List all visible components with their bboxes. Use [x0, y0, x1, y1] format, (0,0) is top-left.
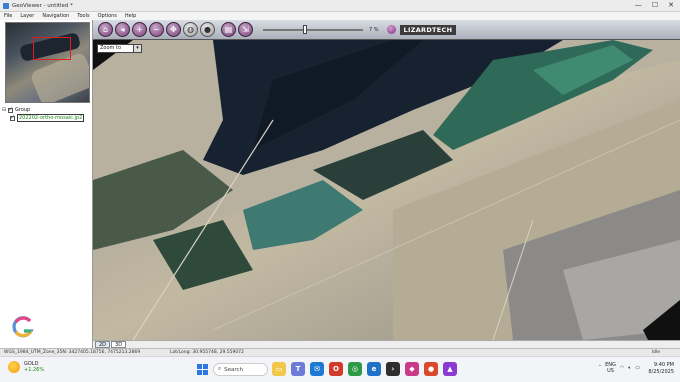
app-icon: [3, 2, 9, 9]
mail-icon[interactable]: ✉: [310, 362, 324, 376]
clock-date: 8/25/2025: [648, 369, 674, 375]
app-icon-3[interactable]: ●: [424, 362, 438, 376]
app-logo-icon: [12, 316, 34, 338]
system-tray: ˄ ENG US ◠ 🔈︎ ▭: [599, 362, 640, 374]
keyboard-layout: US: [607, 368, 614, 374]
minimize-button[interactable]: —: [635, 1, 642, 9]
wifi-icon[interactable]: ◠: [620, 365, 624, 371]
zoom-out-icon[interactable]: −: [149, 22, 164, 37]
zoom-in-icon[interactable]: +: [132, 22, 147, 37]
layer-group-row[interactable]: ⊟ Group: [2, 106, 91, 114]
menu-help[interactable]: Help: [125, 13, 136, 19]
weather-change: +1.26%: [24, 367, 45, 373]
zoom-slider-thumb[interactable]: [303, 24, 308, 34]
tab-2d[interactable]: 2D: [95, 341, 111, 348]
layer-group-label: Group: [15, 107, 31, 113]
terminal-icon[interactable]: ›: [386, 362, 400, 376]
home-icon[interactable]: ⌂: [98, 22, 113, 37]
tab-3d[interactable]: 3D: [111, 341, 127, 348]
maximize-button[interactable]: ☐: [652, 1, 658, 9]
clock-time: 9:40 PM: [653, 362, 674, 368]
zoom-slider[interactable]: [263, 24, 363, 36]
volume-icon[interactable]: 🔈︎: [628, 365, 631, 371]
overview-map[interactable]: [5, 22, 90, 103]
brand-icon: [386, 25, 396, 34]
app-icon-2[interactable]: ◆: [405, 362, 419, 376]
window-title: GeoViewer - untitled *: [12, 2, 73, 9]
overview-viewport-frame[interactable]: [33, 37, 71, 60]
chevron-up-icon[interactable]: ˄: [599, 365, 602, 371]
globe-icon[interactable]: ◍: [183, 22, 198, 37]
satellite-image: [93, 40, 680, 340]
layer-checkbox[interactable]: [10, 114, 15, 121]
search-placeholder: Search: [224, 366, 243, 373]
collapse-icon[interactable]: ⊟: [2, 107, 6, 113]
pan-icon[interactable]: ✥: [166, 22, 181, 37]
close-button[interactable]: ✕: [668, 1, 674, 9]
layer-row[interactable]: 202202-ortho-mosaic.jp2: [2, 114, 91, 122]
chrome-icon[interactable]: ◎: [348, 362, 362, 376]
back-icon[interactable]: ◂: [115, 22, 130, 37]
teams-icon[interactable]: T: [291, 362, 305, 376]
menu-navigation[interactable]: Navigation: [42, 13, 69, 19]
map-view[interactable]: Zoom to ▾: [93, 40, 680, 340]
layer-tree: ⊟ Group 202202-ortho-mosaic.jp2: [2, 106, 91, 122]
full-extent-icon[interactable]: ●: [200, 22, 215, 37]
file-explorer-icon[interactable]: ▭: [272, 362, 286, 376]
weather-icon: [8, 361, 20, 373]
zoom-percent: 7 %: [369, 26, 379, 33]
status-latlong: Lat/Long: 30.955748, 29.559072: [170, 350, 244, 355]
menu-bar: File Layer Navigation Tools Options Help: [0, 12, 680, 20]
left-panel: ⊟ Group 202202-ortho-mosaic.jp2: [0, 20, 93, 348]
office-icon[interactable]: O: [329, 362, 343, 376]
taskbar-search[interactable]: ⌕ Search: [213, 363, 268, 376]
window-controls: — ☐ ✕: [635, 1, 674, 9]
group-checkbox[interactable]: [8, 106, 13, 113]
status-state: Idle: [651, 350, 660, 355]
status-bar: WGS_1984_UTM_Zone_35N: 3427405.18756, 74…: [0, 348, 680, 356]
weather-widget[interactable]: GOLD +1.26%: [8, 361, 44, 373]
map-toolbar: ⌂ ◂ + − ✥ ◍ ● ▤ ⇲ 7 % LIZARDTECH: [93, 20, 680, 40]
print-icon[interactable]: ▤: [221, 22, 236, 37]
brand-logo: LIZARDTECH: [399, 24, 457, 35]
layer-label[interactable]: 202202-ortho-mosaic.jp2: [17, 114, 85, 122]
view-tabs: 2D 3D: [93, 340, 680, 348]
taskbar-apps: ▭ T ✉ O ◎ e › ◆ ● ▲: [272, 362, 457, 376]
zoom-slider-track[interactable]: [263, 28, 363, 31]
menu-layer[interactable]: Layer: [20, 13, 34, 19]
zoom-to-label[interactable]: Zoom to: [97, 44, 135, 53]
battery-icon[interactable]: ▭: [635, 365, 640, 371]
search-icon: ⌕: [218, 366, 222, 372]
zoom-to-dropdown[interactable]: Zoom to ▾: [97, 44, 143, 53]
menu-file[interactable]: File: [4, 13, 12, 19]
taskbar: GOLD +1.26% ⌕ Search ▭ T ✉ O ◎ e › ◆ ● ▲…: [0, 356, 680, 382]
menu-options[interactable]: Options: [98, 13, 117, 19]
export-icon[interactable]: ⇲: [238, 22, 253, 37]
start-icon[interactable]: [197, 364, 208, 375]
edge-icon[interactable]: e: [367, 362, 381, 376]
menu-tools[interactable]: Tools: [77, 13, 89, 19]
chevron-down-icon[interactable]: ▾: [134, 44, 143, 53]
app-icon-4[interactable]: ▲: [443, 362, 457, 376]
status-crs: WGS_1984_UTM_Zone_35N: 3427405.18756, 74…: [4, 350, 141, 355]
clock[interactable]: 9:40 PM 8/25/2025: [648, 362, 674, 376]
language-indicator[interactable]: ENG US: [605, 362, 616, 374]
title-bar: GeoViewer - untitled * — ☐ ✕: [0, 0, 680, 12]
